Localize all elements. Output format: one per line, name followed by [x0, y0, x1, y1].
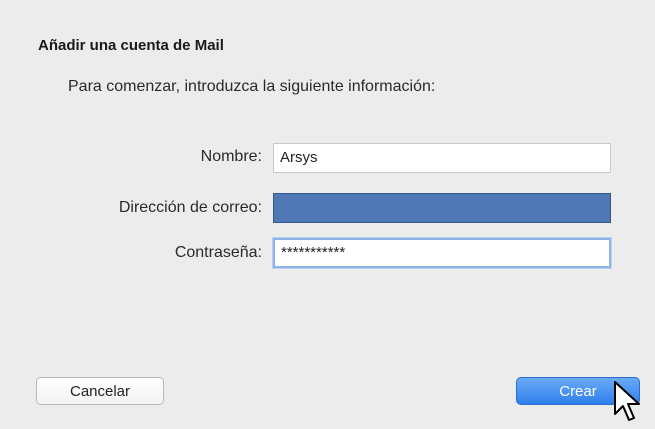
add-mail-account-dialog: Añadir una cuenta de Mail Para comenzar,… — [0, 0, 655, 429]
mouse-pointer-icon — [614, 381, 640, 421]
password-field[interactable]: *********** — [273, 238, 611, 268]
cancel-button[interactable]: Cancelar — [36, 377, 164, 405]
name-field[interactable]: Arsys — [273, 143, 611, 173]
name-label: Nombre: — [200, 148, 262, 165]
create-button-label: Crear — [559, 382, 597, 400]
email-field[interactable] — [273, 193, 611, 223]
dialog-subtitle: Para comenzar, introduzca la siguiente i… — [68, 78, 436, 95]
password-label: Contraseña: — [174, 244, 262, 261]
email-label: Dirección de correo: — [118, 199, 262, 216]
dialog-title: Añadir una cuenta de Mail — [38, 37, 224, 54]
cancel-button-label: Cancelar — [69, 382, 131, 400]
